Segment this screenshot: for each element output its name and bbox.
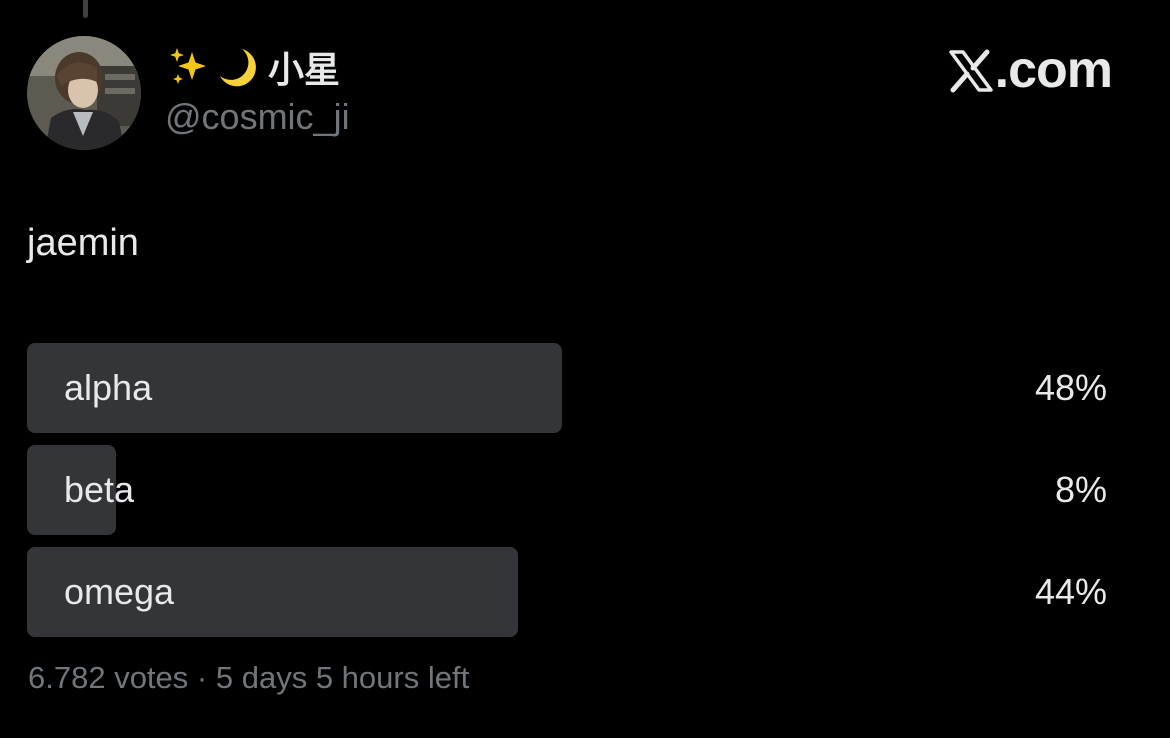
- poll-meta: 6.782 votes · 5 days 5 hours left: [28, 660, 469, 696]
- author-handle[interactable]: @cosmic_ji: [165, 96, 350, 138]
- poll-time-left: 5 days 5 hours left: [215, 660, 470, 695]
- poll-option-label: omega: [64, 571, 175, 612]
- poll-option-omega[interactable]: omega 44%: [27, 547, 1107, 637]
- poll-option-label: alpha: [64, 367, 153, 408]
- author-display-name[interactable]: 小星: [168, 44, 341, 91]
- poll-option-percent: 44%: [1034, 571, 1107, 612]
- avatar[interactable]: [27, 36, 141, 150]
- display-name-emojis: [168, 46, 256, 88]
- poll-option-alpha[interactable]: alpha 48%: [27, 343, 1107, 433]
- sparkles-icon: [170, 48, 206, 84]
- crescent-moon-icon: [220, 49, 256, 87]
- poll-meta-separator: ·: [196, 660, 208, 695]
- thread-connector-line: [83, 0, 88, 18]
- poll-option-percent: 48%: [1034, 367, 1107, 408]
- post-text: jaemin: [27, 222, 139, 264]
- brand-text: .com: [994, 41, 1113, 99]
- poll-option-label: beta: [64, 469, 135, 510]
- display-name-text: 小星: [268, 50, 341, 91]
- brand-watermark: .com: [948, 40, 1113, 100]
- poll-vote-count: 6.782 votes: [28, 660, 189, 695]
- x-logo-icon: [948, 46, 993, 94]
- poll-option-percent: 8%: [1054, 469, 1107, 510]
- poll: alpha 48% beta 8% omega 44%: [27, 343, 1107, 649]
- poll-option-beta[interactable]: beta 8%: [27, 445, 1107, 535]
